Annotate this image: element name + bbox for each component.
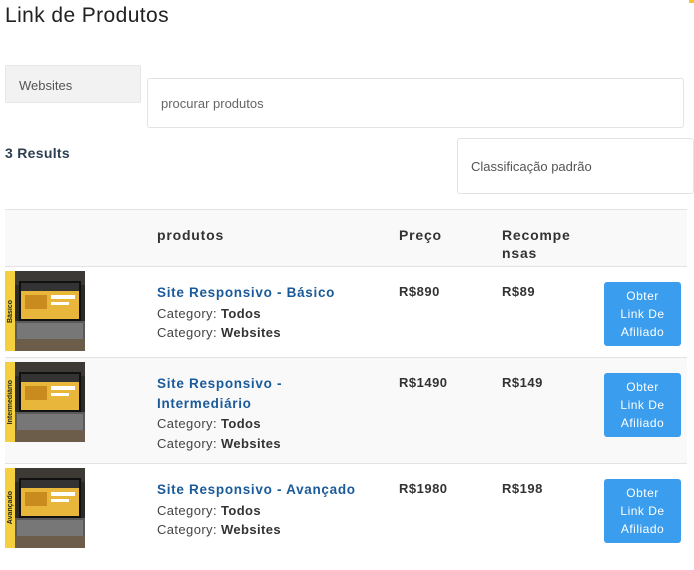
get-affiliate-link-button[interactable]: Obter Link De Afiliado	[604, 479, 681, 543]
results-count: 3 Results	[5, 145, 70, 161]
product-tier-label: Intermediário	[6, 379, 14, 425]
get-affiliate-link-button[interactable]: Obter Link De Afiliado	[604, 282, 681, 346]
product-category-line: Category: Websites	[157, 325, 282, 340]
product-category-line: Category: Todos	[157, 502, 262, 518]
get-affiliate-link-button[interactable]: Obter Link De Afiliado	[604, 373, 681, 437]
product-category-line: Category: Todos	[157, 305, 262, 321]
product-name-link[interactable]: Site Responsivo - Intermediário	[157, 374, 369, 413]
product-name-link[interactable]: Site Responsivo - Avançado	[157, 480, 369, 500]
action-cell: Obter Link De Afiliado	[590, 463, 687, 554]
header-products: produtos	[142, 209, 384, 267]
laptop-image	[15, 271, 85, 351]
product-name-link[interactable]: Site Responsivo - Básico	[157, 283, 369, 303]
corner-accent	[689, 0, 694, 3]
search-input[interactable]	[147, 78, 684, 128]
product-tier-label: Avançado	[6, 491, 14, 525]
action-cell: Obter Link De Afiliado	[590, 357, 687, 464]
header-action	[590, 209, 687, 267]
header-rewards: Recompe nsas	[487, 209, 590, 267]
sort-select[interactable]: Classificação padrão	[457, 138, 694, 194]
table-row: Intermediário Site Responsivo - Intermed…	[5, 357, 687, 464]
header-image	[5, 209, 142, 267]
action-cell: Obter Link De Afiliado	[590, 266, 687, 358]
product-reward: R$89	[487, 266, 590, 358]
product-thumbnail[interactable]: Básico	[5, 271, 85, 351]
product-category-line: Category: Websites	[157, 435, 282, 451]
product-thumbnail[interactable]: Intermediário	[5, 362, 85, 442]
page-title: Link de Produtos	[5, 4, 170, 27]
header-price: Preço	[384, 209, 487, 267]
category-filter-select[interactable]: Websites	[5, 65, 141, 103]
product-reward: R$149	[487, 357, 590, 464]
table-row: Básico Site Responsivo - Básico Category…	[5, 266, 687, 358]
laptop-image	[15, 468, 85, 548]
products-table: produtos Preço Recompe nsas Básico Site …	[5, 209, 687, 554]
product-image-cell: Intermediário	[5, 357, 142, 464]
laptop-image	[15, 362, 85, 442]
table-row: Avançado Site Responsivo - Avançado Cate…	[5, 463, 687, 554]
product-price: R$1490	[384, 357, 487, 464]
product-info-cell: Site Responsivo - Avançado Category: Tod…	[142, 463, 384, 554]
product-tier-label: Básico	[6, 299, 14, 323]
product-price: R$1980	[384, 463, 487, 554]
product-image-cell: Básico	[5, 266, 142, 358]
product-price: R$890	[384, 266, 487, 358]
product-info-cell: Site Responsivo - Intermediário Category…	[142, 357, 384, 464]
product-info-cell: Site Responsivo - Básico Category: Todos…	[142, 266, 384, 358]
product-category-line: Category: Todos	[157, 416, 262, 431]
product-thumbnail[interactable]: Avançado	[5, 468, 85, 548]
product-image-cell: Avançado	[5, 463, 142, 554]
product-category-line: Category: Websites	[157, 522, 282, 537]
product-reward: R$198	[487, 463, 590, 554]
table-header-row: produtos Preço Recompe nsas	[5, 209, 687, 267]
